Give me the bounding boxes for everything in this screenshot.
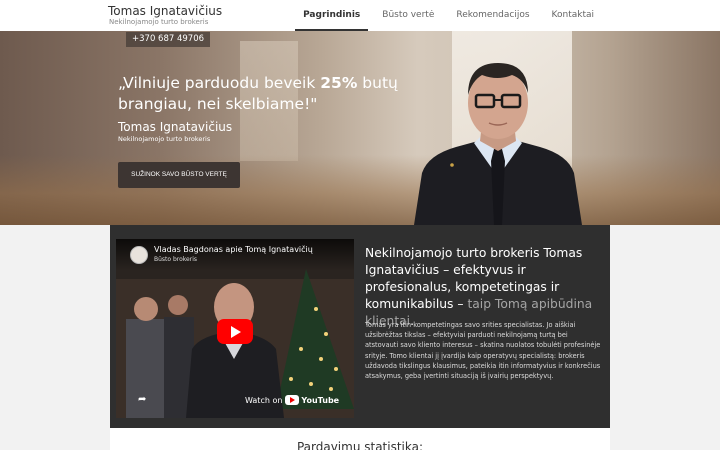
hero-section: +370 687 49706 „Vilniuje parduodu beveik… xyxy=(0,31,720,225)
hero-quote-start: „Vilniuje parduodu beveik xyxy=(118,74,321,92)
about-body: Tomas yra itin kompetetingas savo sritie… xyxy=(365,321,601,381)
youtube-play-icon xyxy=(285,395,300,405)
watch-on-youtube-link[interactable]: Watch on YouTube xyxy=(245,395,339,405)
hero-quote-highlight: 25% xyxy=(320,74,358,92)
nav-item-busto-verte[interactable]: Būsto vertė xyxy=(374,0,442,31)
youtube-wordmark: YouTube xyxy=(301,395,340,405)
nav-item-rekomendacijos[interactable]: Rekomendacijos xyxy=(448,0,537,31)
channel-avatar[interactable] xyxy=(130,246,148,264)
brand-name[interactable]: Tomas Ignatavičius xyxy=(108,4,222,18)
sales-stats-section: Pardavimų statistika: xyxy=(110,428,610,450)
watch-on-label: Watch on xyxy=(245,395,283,405)
video-player[interactable]: Vladas Bagdonas apie Tomą Ignatavičių Bū… xyxy=(116,239,354,418)
brand-subtitle: Nekilnojamojo turto brokeris xyxy=(109,18,209,26)
video-title[interactable]: Vladas Bagdonas apie Tomą Ignatavičių xyxy=(154,245,313,255)
phone-number[interactable]: +370 687 49706 xyxy=(126,32,211,47)
broker-portrait xyxy=(414,63,582,225)
hero-role: Nekilnojamojo turto brokeris xyxy=(118,135,211,143)
play-button-icon[interactable] xyxy=(217,319,253,344)
hero-background-floor xyxy=(0,155,720,225)
nav-item-pagrindinis[interactable]: Pagrindinis xyxy=(295,0,369,31)
hero-quote: „Vilniuje parduodu beveik 25% butų brang… xyxy=(118,73,418,115)
site-header: Tomas Ignatavičius Nekilnojamojo turto b… xyxy=(0,0,720,31)
property-value-cta-button[interactable]: SUŽINOK SAVO BŪSTO VERTĘ xyxy=(118,162,240,188)
share-icon[interactable]: ➦ xyxy=(138,394,146,405)
nav-item-kontaktai[interactable]: Kontaktai xyxy=(544,0,602,31)
main-nav: Pagrindinis Būsto vertė Rekomendacijos K… xyxy=(289,0,602,31)
about-panel: Vladas Bagdonas apie Tomą Ignatavičių Bū… xyxy=(110,225,610,428)
video-top-bar xyxy=(116,239,354,271)
brand-logo[interactable]: Tomas Ignatavičius Nekilnojamojo turto b… xyxy=(108,4,222,27)
hero-name: Tomas Ignatavičius xyxy=(118,120,233,134)
video-channel-name[interactable]: Būsto brokeris xyxy=(154,256,197,264)
sales-stats-title: Pardavimų statistika: xyxy=(296,440,424,450)
about-intro: Nekilnojamojo turto brokeris Tomas Ignat… xyxy=(365,245,603,330)
youtube-logo-icon: YouTube xyxy=(285,395,339,405)
